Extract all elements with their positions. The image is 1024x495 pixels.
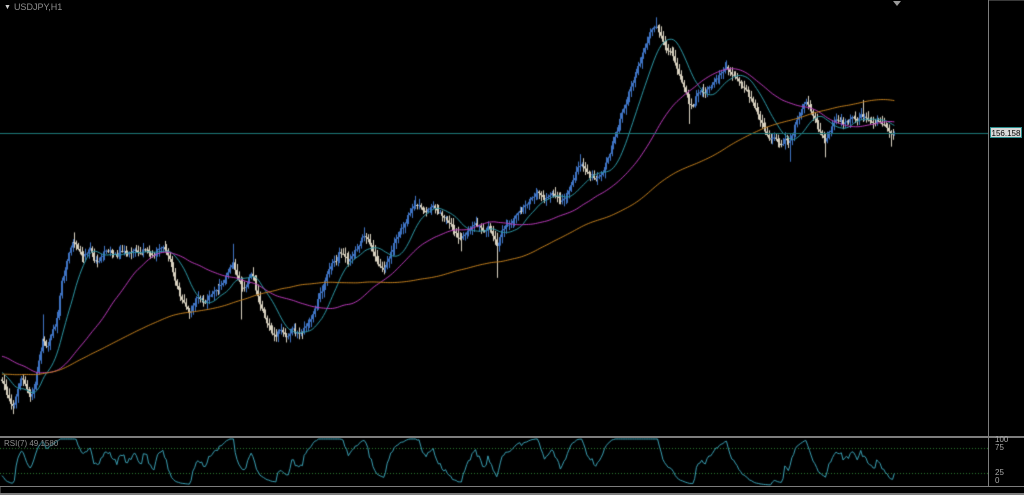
symbol-text: USDJPY,H1 — [14, 2, 62, 12]
chart-shift-triangle-icon — [893, 1, 901, 6]
rsi-scale-label: 0 — [995, 477, 999, 485]
symbol-timeframe-label: ▼USDJPY,H1 — [4, 2, 62, 12]
panel-separator[interactable] — [0, 436, 1024, 438]
price-scale[interactable]: 157.995157.685157.375157.065156.750156.4… — [988, 0, 1024, 487]
rsi-scale-label: 75 — [995, 444, 1004, 452]
chart-window: ▼USDJPY,H1 RSI(7) 49.1580 157.995157.685… — [0, 0, 1024, 495]
rsi-subwindow[interactable] — [0, 438, 988, 486]
rsi-scale[interactable] — [988, 437, 1024, 487]
main-chart-canvas[interactable] — [0, 0, 988, 437]
bid-price-badge: 156.158 — [990, 127, 1022, 138]
time-axis[interactable]: 28 Oct 202529 Oct 16:0030 Oct 16:0031 Oc… — [0, 486, 1024, 495]
main-chart-area[interactable] — [0, 0, 988, 437]
flag-marker-icon: ▼ — [4, 4, 11, 11]
rsi-canvas[interactable] — [0, 438, 988, 486]
rsi-indicator-label: RSI(7) 49.1580 — [4, 439, 58, 448]
